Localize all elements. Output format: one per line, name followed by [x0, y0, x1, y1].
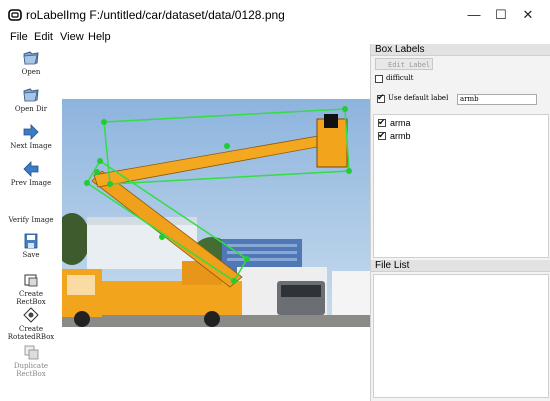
label-checkbox[interactable] — [378, 116, 386, 128]
prev-image-button[interactable]: Prev Image — [0, 161, 62, 187]
open-label: Open — [21, 68, 41, 76]
prev-arrow-icon — [23, 161, 39, 177]
prev-image-label: Prev Image — [10, 179, 52, 187]
create-rotated-box-button[interactable]: Create RotatedRBox — [0, 307, 62, 341]
next-image-button[interactable]: Next Image — [0, 124, 62, 150]
menu-view[interactable]: View — [60, 30, 84, 44]
menu-file[interactable]: File — [10, 30, 28, 44]
maximize-button[interactable]: ☐ — [490, 6, 512, 24]
save-button[interactable]: Save — [0, 233, 62, 259]
app-logo-icon — [8, 9, 22, 21]
minimize-button[interactable]: — — [463, 6, 485, 24]
create-rectbox-icon — [24, 274, 38, 287]
label-list: arma armb — [373, 114, 549, 258]
open-folder-icon — [23, 51, 39, 65]
verify-image-label: Verify Image — [8, 216, 54, 224]
menu-edit[interactable]: Edit — [34, 30, 53, 44]
verify-icon — [22, 198, 40, 214]
menu-bar: File Edit View Help — [0, 30, 550, 44]
next-arrow-icon — [23, 124, 39, 140]
tool-bar: Open Open Dir Next Image Prev Image Veri… — [0, 44, 63, 401]
label-checkbox[interactable] — [378, 129, 386, 141]
parked-vehicles — [237, 267, 370, 315]
annotated-photo[interactable] — [62, 99, 370, 327]
open-dir-button[interactable]: Open Dir — [0, 87, 62, 113]
label-name: armb — [390, 131, 411, 141]
menu-help[interactable]: Help — [88, 30, 111, 44]
label-name: arma — [390, 118, 411, 128]
edit-label-text: Edit Label — [388, 61, 431, 69]
box-labels-title: Box Labels — [371, 44, 550, 56]
open-button[interactable]: Open — [0, 50, 62, 76]
create-rectbox-label: Create RectBox — [16, 290, 46, 306]
file-list[interactable] — [373, 274, 549, 398]
duplicate-rectbox-icon — [24, 345, 39, 360]
save-label: Save — [22, 251, 40, 259]
save-disk-icon — [24, 233, 38, 249]
title-bar: roLabelImg F:/untitled/car/dataset/data/… — [0, 0, 550, 30]
use-default-label-text: Use default label — [388, 94, 449, 102]
create-rectbox-button[interactable]: Create RectBox — [0, 272, 62, 306]
duplicate-rectbox-button[interactable]: Duplicate RectBox — [0, 344, 62, 378]
next-image-label: Next Image — [10, 142, 52, 150]
open-dir-icon — [23, 88, 39, 102]
difficult-checkbox[interactable] — [375, 75, 383, 83]
verify-image-button[interactable]: Verify Image — [0, 198, 62, 224]
default-label-input[interactable]: armb — [457, 94, 537, 105]
create-rotated-box-label: Create RotatedRBox — [7, 325, 55, 341]
open-dir-label: Open Dir — [14, 105, 48, 113]
use-default-label-checkbox[interactable] — [377, 92, 385, 103]
window-title: roLabelImg F:/untitled/car/dataset/data/… — [26, 8, 285, 22]
create-rotated-box-icon — [23, 307, 39, 323]
image-canvas[interactable] — [62, 44, 370, 401]
right-panel: Box Labels Edit Label difficult Use defa… — [370, 44, 550, 401]
close-button[interactable]: ✕ — [517, 6, 539, 24]
file-list-title: File List — [371, 260, 550, 272]
difficult-label: difficult — [386, 74, 414, 82]
duplicate-rectbox-label: Duplicate RectBox — [13, 362, 49, 378]
edit-label-button[interactable]: Edit Label — [375, 58, 433, 70]
